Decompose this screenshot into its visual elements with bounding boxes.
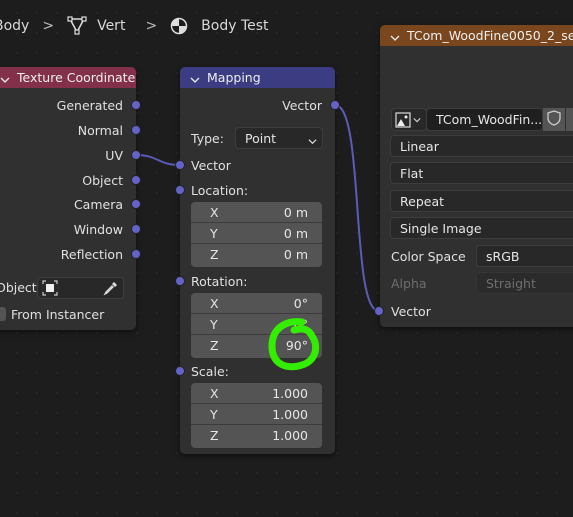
- scale-y-field[interactable]: Y 1.000: [191, 404, 322, 425]
- socket-rotation[interactable]: [175, 276, 185, 286]
- socket-camera[interactable]: [131, 199, 141, 209]
- output-camera: Camera: [73, 196, 123, 212]
- socket-scale[interactable]: [175, 366, 185, 376]
- chevron-down-icon[interactable]: [190, 73, 200, 83]
- socket-generated[interactable]: [131, 100, 141, 110]
- scale-fields: X 1.000 Y 1.000 Z 1.000: [191, 383, 322, 448]
- shield-icon: [547, 110, 561, 129]
- chevron-down-icon[interactable]: [0, 73, 10, 83]
- image-name-field[interactable]: TCom_WoodFin...: [426, 108, 543, 131]
- color-space-dropdown[interactable]: sRGB: [476, 245, 573, 267]
- rotation-y-field[interactable]: Y 0°: [191, 314, 322, 335]
- socket-output-vector[interactable]: [330, 100, 340, 110]
- output-vector: Vector: [282, 97, 322, 113]
- breadcrumb-item-vert[interactable]: Vert: [97, 18, 125, 34]
- object-field[interactable]: [37, 277, 124, 299]
- rotation-z-value: 90°: [285, 338, 308, 353]
- node-header[interactable]: Mapping: [180, 67, 335, 88]
- node-title: Mapping: [207, 70, 261, 85]
- interpolation-dropdown[interactable]: Linear: [390, 135, 573, 157]
- link-uv-to-vector: [135, 154, 181, 166]
- object-icon: [42, 280, 58, 296]
- breadcrumb-item-body[interactable]: Body: [0, 18, 29, 34]
- location-y-field[interactable]: Y0 m: [191, 223, 322, 244]
- socket-uv[interactable]: [131, 150, 141, 160]
- node-title: Texture Coordinate: [17, 70, 136, 85]
- source-dropdown[interactable]: Single Image: [390, 217, 573, 239]
- socket-reflection[interactable]: [131, 249, 141, 259]
- new-image-button[interactable]: [566, 108, 573, 131]
- node-title: TCom_WoodFine0050_2_sear: [407, 28, 573, 43]
- color-space-label: Color Space: [391, 248, 466, 264]
- output-reflection: Reflection: [60, 246, 123, 262]
- output-normal: Normal: [77, 122, 123, 138]
- rotation-x-field[interactable]: X 0°: [191, 293, 322, 314]
- type-label: Type:: [191, 130, 224, 146]
- object-label: Object:: [0, 279, 41, 295]
- scale-label: Scale:: [191, 363, 229, 379]
- node-header[interactable]: TCom_WoodFine0050_2_sear: [380, 25, 573, 46]
- chevron-down-icon[interactable]: [390, 31, 400, 41]
- alpha-dropdown: Straight: [476, 272, 573, 294]
- location-fields: X0 m Y0 m Z0 m: [191, 202, 322, 267]
- location-x-field[interactable]: X0 m: [191, 202, 322, 223]
- socket-window[interactable]: [131, 224, 141, 234]
- chevron-down-icon: [308, 134, 317, 149]
- output-window: Window: [73, 221, 123, 237]
- vertex-group-icon: [67, 16, 87, 36]
- breadcrumb-separator: >: [145, 18, 158, 34]
- projection-dropdown[interactable]: Flat: [390, 162, 573, 184]
- type-dropdown[interactable]: Point: [235, 127, 323, 149]
- output-uv: UV: [105, 147, 123, 163]
- rotation-fields: X 0° Y 0° Z 90°: [191, 293, 322, 358]
- from-instancer-label: From Instancer: [11, 306, 105, 322]
- from-instancer-checkbox[interactable]: [0, 307, 6, 321]
- image-vector-label: Vector: [391, 303, 431, 319]
- output-object: Object: [82, 172, 123, 188]
- image-browse-button[interactable]: [391, 108, 427, 131]
- location-label: Location:: [191, 182, 249, 198]
- scale-x-field[interactable]: X 1.000: [191, 383, 322, 404]
- socket-location[interactable]: [175, 185, 185, 195]
- breadcrumb-separator: >: [42, 18, 55, 34]
- alpha-label: Alpha: [391, 275, 427, 291]
- socket-image-vector[interactable]: [374, 306, 384, 316]
- rotation-z-field[interactable]: Z 90°: [191, 335, 322, 356]
- socket-object[interactable]: [131, 175, 141, 185]
- extension-dropdown[interactable]: Repeat: [390, 190, 573, 212]
- chevron-down-icon: [413, 112, 421, 127]
- socket-normal[interactable]: [131, 125, 141, 135]
- breadcrumb: Body > Vert > Body Test: [0, 13, 269, 39]
- image-icon: [395, 111, 411, 128]
- material-icon: [170, 17, 188, 35]
- fake-user-button[interactable]: [543, 108, 565, 131]
- socket-input-vector[interactable]: [175, 160, 185, 170]
- node-header[interactable]: Texture Coordinate: [0, 67, 136, 88]
- scale-z-field[interactable]: Z 1.000: [191, 425, 322, 446]
- input-vector-label: Vector: [191, 157, 231, 173]
- rotation-label: Rotation:: [191, 273, 248, 289]
- output-generated: Generated: [56, 97, 123, 113]
- location-z-field[interactable]: Z0 m: [191, 244, 322, 265]
- breadcrumb-item-body-test[interactable]: Body Test: [201, 18, 268, 34]
- link-vector-to-image: [334, 104, 380, 312]
- eyedropper-icon[interactable]: [103, 280, 119, 296]
